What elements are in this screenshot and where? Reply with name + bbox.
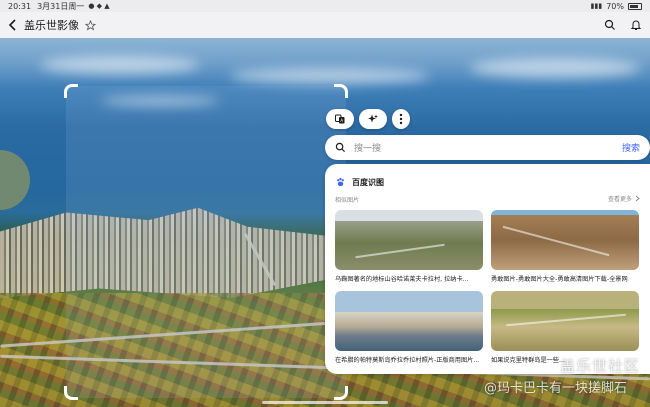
result-card[interactable]: 勇敢图片-勇敢图片大全-勇敢高清图片下载-全景网	[491, 210, 639, 283]
crop-handle-bottom-left[interactable]	[64, 386, 78, 400]
star-icon[interactable]	[84, 16, 97, 35]
image-search-bar[interactable]: 搜一搜 搜索	[325, 135, 650, 160]
magic-edit-button[interactable]	[359, 109, 387, 129]
visual-search-results-panel: 百度识图 相似图片 查看更多 乌鞠图著名的地标山谷哈诺莱夫卡拉村, 拉纳卡...…	[325, 164, 650, 374]
translate-button[interactable]: A	[326, 109, 354, 129]
battery-icon	[628, 2, 642, 10]
page-title: 盖乐世影像	[24, 19, 79, 32]
search-icon	[335, 138, 346, 157]
notification-bell-icon[interactable]	[630, 16, 642, 35]
community-watermark: 盖乐世社区	[560, 357, 641, 375]
author-watermark: @玛卡巴卡有一块搓脚石	[484, 381, 628, 396]
similar-images-label: 相似图片	[335, 197, 360, 204]
home-indicator[interactable]	[262, 401, 388, 404]
crop-handle-top-left[interactable]	[64, 84, 78, 98]
translate-icon: A	[334, 110, 346, 129]
notification-icons: ● ◆ ▲	[88, 2, 110, 10]
signal-icon: ▮▮▮	[590, 2, 603, 10]
cloud	[470, 58, 640, 78]
baidu-paw-icon	[335, 173, 346, 192]
chevron-right-icon	[635, 195, 640, 202]
more-vertical-icon	[399, 110, 403, 129]
result-caption: 在希腊的帕特莫斯岛乔拉乔拉村照片-正版商用图片...	[335, 357, 480, 364]
status-time: 20:31	[8, 1, 32, 11]
sparkle-icon	[367, 110, 379, 129]
result-thumbnail	[491, 210, 639, 270]
status-bar: 20:31 3月31日周一 ● ◆ ▲ ▮▮▮ 70%	[0, 0, 650, 12]
search-input[interactable]: 搜一搜	[354, 141, 381, 154]
result-thumbnail	[335, 291, 483, 351]
status-date: 3月31日周一	[37, 1, 85, 11]
result-thumbnail	[491, 291, 639, 351]
app-title-bar: 盖乐世影像	[0, 12, 650, 38]
result-card[interactable]: 如果说克里特群岛是一些...	[491, 291, 639, 364]
result-thumbnail	[335, 210, 483, 270]
battery-percent: 70%	[606, 1, 624, 11]
svg-text:A: A	[340, 118, 343, 123]
cloud	[40, 56, 200, 74]
crop-handle-top-right[interactable]	[334, 84, 348, 98]
result-caption: 勇敢图片-勇敢图片大全-勇敢高清图片下载-全景网	[491, 276, 628, 283]
search-icon[interactable]	[604, 16, 616, 35]
scan-selection-area[interactable]	[66, 86, 346, 398]
cloud	[230, 68, 430, 84]
result-caption: 乌鞠图著名的地标山谷哈诺莱夫卡拉村, 拉纳卡...	[335, 276, 469, 283]
result-source-name: 百度识图	[352, 178, 384, 187]
peninsula	[0, 150, 30, 210]
more-options-button[interactable]	[392, 109, 410, 129]
result-card[interactable]: 乌鞠图著名的地标山谷哈诺莱夫卡拉村, 拉纳卡...	[335, 210, 483, 283]
view-more-link[interactable]: 查看更多	[608, 194, 640, 203]
view-more-label: 查看更多	[607, 196, 632, 203]
search-submit-button[interactable]: 搜索	[622, 141, 640, 154]
panel-header: 百度识图	[335, 173, 384, 192]
back-icon[interactable]	[8, 16, 18, 35]
result-card[interactable]: 在希腊的帕特莫斯岛乔拉乔拉村照片-正版商用图片...	[335, 291, 483, 364]
